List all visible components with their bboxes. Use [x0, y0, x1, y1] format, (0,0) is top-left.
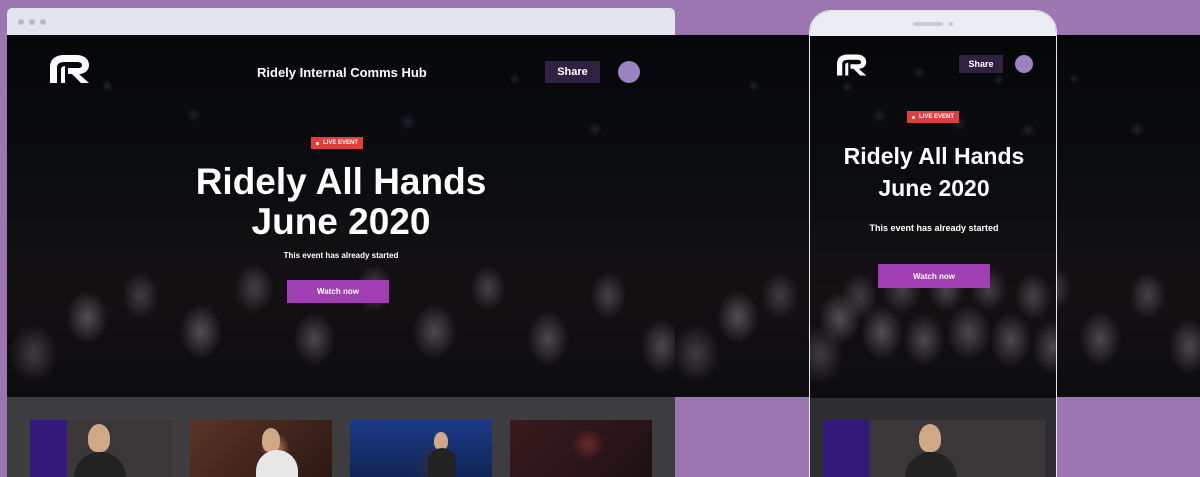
window-dot-icon[interactable] [29, 18, 35, 25]
window-dot-icon[interactable] [18, 18, 24, 25]
video-thumbnail[interactable] [30, 420, 172, 477]
phone-top-bar [810, 11, 1056, 36]
speaker-body [905, 452, 957, 477]
user-avatar[interactable] [1015, 55, 1033, 73]
mobile-hero-overlay [810, 36, 1056, 398]
video-thumbnail[interactable] [350, 420, 492, 477]
event-title: Ridely All Hands June 2020 [824, 140, 1044, 204]
audience-member-body [256, 450, 298, 477]
live-event-badge: LIVE EVENT [907, 111, 960, 123]
speaker-body [74, 452, 126, 477]
event-title-line1: Ridely All Hands [195, 161, 487, 202]
thumbnail-list [30, 420, 652, 477]
speaker-figure [88, 424, 110, 452]
hub-title: Ridely Internal Comms Hub [257, 65, 427, 80]
speaker-icon [913, 21, 943, 26]
video-thumbnail[interactable] [510, 420, 652, 477]
camera-icon [949, 21, 953, 26]
mobile-hero-banner: Share LIVE EVENT Ridely All Hands June 2… [810, 36, 1056, 398]
live-event-label: LIVE EVENT [323, 140, 359, 146]
window-dot-icon[interactable] [40, 18, 46, 25]
live-event-badge: LIVE EVENT [311, 137, 364, 149]
video-thumbnail[interactable] [823, 420, 1045, 477]
event-title-line2: June 2020 [251, 200, 431, 242]
live-dot-icon [912, 115, 915, 119]
event-status-text: This event has already started [869, 223, 999, 233]
hero-banner: Ridely Internal Comms Hub Share LIVE EVE… [7, 35, 675, 397]
ridely-logo-icon[interactable] [48, 53, 92, 85]
audience-member-figure [262, 428, 280, 452]
live-dot-icon [316, 141, 319, 145]
watch-now-button[interactable]: Watch now [287, 280, 389, 303]
mobile-phone-mockup: Share LIVE EVENT Ridely All Hands June 2… [809, 10, 1057, 477]
share-button[interactable]: Share [545, 61, 600, 83]
browser-titlebar [7, 8, 675, 35]
speaker-figure [919, 424, 941, 452]
event-title-line1: Ridely All Hands [843, 143, 1025, 169]
live-event-label: LIVE EVENT [919, 114, 955, 120]
desktop-browser-mockup: Ridely Internal Comms Hub Share LIVE EVE… [7, 8, 675, 477]
event-title: Ridely All Hands June 2020 [141, 162, 541, 242]
video-thumbnail[interactable] [190, 420, 332, 477]
ridely-logo-icon[interactable] [835, 53, 869, 77]
presenter-body [428, 448, 456, 477]
event-title-line2: June 2020 [878, 175, 990, 202]
user-avatar[interactable] [618, 61, 640, 83]
share-button[interactable]: Share [959, 55, 1003, 73]
watch-now-button[interactable]: Watch now [878, 264, 990, 288]
event-status-text: This event has already started [283, 251, 399, 260]
